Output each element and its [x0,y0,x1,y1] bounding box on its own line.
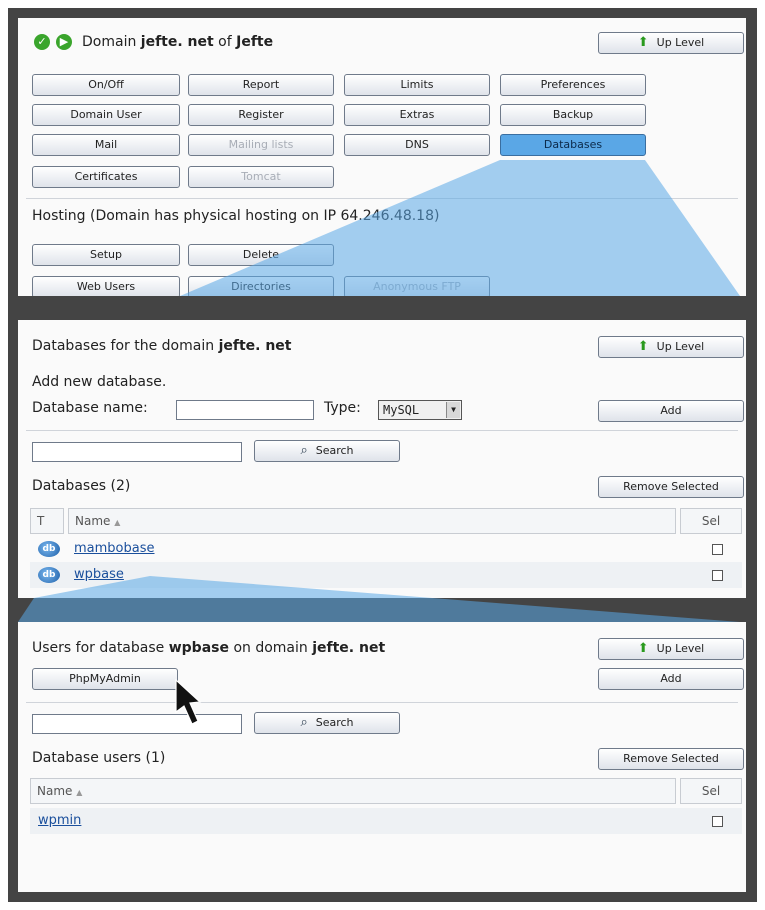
search-button[interactable]: ⌕ Search [254,712,400,734]
preferences-button[interactable]: Preferences [500,74,646,96]
up-arrow-icon: ⬆ [637,641,649,656]
mysql-database-icon: db [38,567,60,583]
column-type[interactable]: T [30,508,64,534]
search-input[interactable] [32,714,242,734]
hosting-info: Hosting (Domain has physical hosting on … [32,208,440,224]
tomcat-button[interactable]: Tomcat [188,166,334,188]
extras-button[interactable]: Extras [344,104,490,126]
table-row: db mambobase [30,536,742,562]
up-level-button[interactable]: ⬆ Up Level [598,638,744,660]
type-label: Type: [324,400,361,416]
add-new-label: Add new database. [32,374,167,390]
databases-button[interactable]: Databases [500,134,646,156]
setup-button[interactable]: Setup [32,244,180,266]
divider [26,430,738,431]
add-database-button[interactable]: Add [598,400,744,422]
database-users-count: Database users (1) [32,750,166,766]
column-sel[interactable]: Sel [680,778,742,804]
dns-button[interactable]: DNS [344,134,490,156]
database-link[interactable]: wpbase [74,562,124,588]
search-icon: ⌕ [300,443,308,458]
remove-selected-button[interactable]: Remove Selected [598,476,744,498]
column-sel[interactable]: Sel [680,508,742,534]
select-checkbox[interactable] [712,544,723,555]
up-arrow-icon: ⬆ [637,339,649,354]
databases-title: Databases for the domain jefte. net [32,338,292,354]
report-button[interactable]: Report [188,74,334,96]
select-checkbox[interactable] [712,816,723,827]
status-ok-icon: ✓ [34,34,50,50]
database-link[interactable]: mambobase [74,536,155,562]
up-level-button[interactable]: ⬆ Up Level [598,336,744,358]
type-select[interactable]: MySQL ▼ [378,400,462,420]
table-row: wpmin [30,808,742,834]
up-level-button[interactable]: ⬆ Up Level [598,32,744,54]
limits-button[interactable]: Limits [344,74,490,96]
phpmyadmin-button[interactable]: PhpMyAdmin [32,668,178,690]
web-users-button[interactable]: Web Users [32,276,180,296]
directories-button[interactable]: Directories [188,276,334,296]
on-off-button[interactable]: On/Off [32,74,180,96]
user-link[interactable]: wpmin [38,808,81,834]
domain-panel: ✓ ▶ Domain jefte. net of Jefte ⬆ Up Level… [18,18,746,296]
search-icon: ⌕ [300,715,308,730]
enabled-icon: ▶ [56,34,72,50]
database-name-input[interactable] [176,400,314,420]
anonymous-ftp-button[interactable]: Anonymous FTP [344,276,490,296]
up-arrow-icon: ⬆ [637,35,649,50]
mysql-database-icon: db [38,541,60,557]
delete-button[interactable]: Delete [188,244,334,266]
divider [26,198,738,199]
table-row: db wpbase [30,562,742,588]
databases-panel: Databases for the domain jefte. net ⬆ Up … [18,320,746,598]
search-input[interactable] [32,442,242,462]
users-title: Users for database wpbase on domain jeft… [32,640,386,656]
column-name[interactable]: Name ▲ [30,778,676,804]
database-users-panel: Users for database wpbase on domain jeft… [18,622,746,892]
remove-selected-button[interactable]: Remove Selected [598,748,744,770]
column-name[interactable]: Name ▲ [68,508,676,534]
certificates-button[interactable]: Certificates [32,166,180,188]
register-button[interactable]: Register [188,104,334,126]
backup-button[interactable]: Backup [500,104,646,126]
mail-button[interactable]: Mail [32,134,180,156]
chevron-down-icon: ▼ [446,402,460,418]
add-user-button[interactable]: Add [598,668,744,690]
search-button[interactable]: ⌕ Search [254,440,400,462]
databases-count: Databases (2) [32,478,131,494]
mailing-lists-button[interactable]: Mailing lists [188,134,334,156]
select-checkbox[interactable] [712,570,723,581]
database-name-label: Database name: [32,400,148,416]
divider [26,702,738,703]
page-title: Domain jefte. net of Jefte [82,34,274,50]
domain-user-button[interactable]: Domain User [32,104,180,126]
